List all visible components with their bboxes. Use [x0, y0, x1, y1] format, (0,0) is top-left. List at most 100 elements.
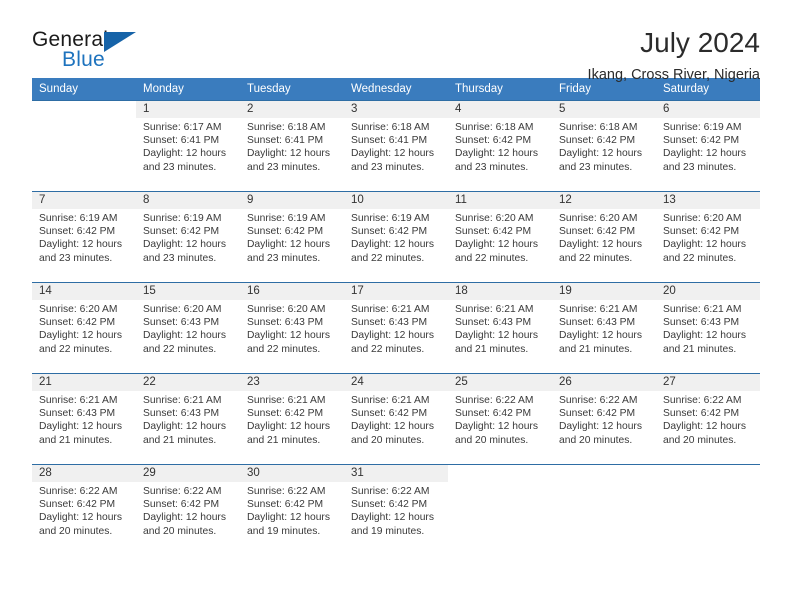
daylight-text-line1: Daylight: 12 hours: [143, 421, 226, 433]
sunrise-text: Sunrise: 6:19 AM: [351, 213, 430, 224]
calendar-day-cell[interactable]: 17 Sunrise: 6:21 AM Sunset: 6:43 PM Dayligh…: [344, 282, 448, 374]
calendar-day-cell[interactable]: 8 Sunrise: 6:19 AM Sunset: 6:42 PM Daylight…: [136, 191, 240, 283]
daylight-text-line2: and 23 minutes.: [143, 161, 217, 173]
calendar-day-cell[interactable]: 13 Sunrise: 6:20 AM Sunset: 6:42 PM Dayligh…: [656, 191, 760, 283]
day-number: 18: [448, 283, 552, 300]
day-details: Sunrise: 6:18 AM Sunset: 6:41 PM Daylight:…: [240, 118, 344, 174]
calendar-day-cell[interactable]: 9 Sunrise: 6:19 AM Sunset: 6:42 PM Daylight…: [240, 191, 344, 283]
sunrise-text: Sunrise: 6:21 AM: [559, 304, 638, 315]
day-number: 23: [240, 374, 344, 391]
day-cell-content: [552, 465, 656, 555]
daylight-text-line2: and 22 minutes.: [455, 252, 529, 264]
calendar-day-cell[interactable]: 31 Sunrise: 6:22 AM Sunset: 6:42 PM Dayligh…: [344, 464, 448, 555]
sunrise-text: Sunrise: 6:22 AM: [455, 395, 534, 406]
day-cell-content: 10 Sunrise: 6:19 AM Sunset: 6:42 PM Dayligh…: [344, 192, 448, 282]
calendar-day-cell[interactable]: 4 Sunrise: 6:18 AM Sunset: 6:42 PM Daylight…: [448, 100, 552, 192]
day-cell-content: 5 Sunrise: 6:18 AM Sunset: 6:42 PM Daylight…: [552, 101, 656, 191]
day-cell-content: 12 Sunrise: 6:20 AM Sunset: 6:42 PM Dayligh…: [552, 192, 656, 282]
calendar-day-cell[interactable]: 24 Sunrise: 6:21 AM Sunset: 6:42 PM Dayligh…: [344, 373, 448, 465]
calendar-day-cell[interactable]: 1 Sunrise: 6:17 AM Sunset: 6:41 PM Daylight…: [136, 100, 240, 192]
calendar-day-cell[interactable]: 23 Sunrise: 6:21 AM Sunset: 6:42 PM Dayligh…: [240, 373, 344, 465]
brand-logo[interactable]: General Blue: [32, 28, 152, 76]
day-cell-content: 16 Sunrise: 6:20 AM Sunset: 6:43 PM Dayligh…: [240, 283, 344, 373]
day-cell-content: 7 Sunrise: 6:19 AM Sunset: 6:42 PM Daylight…: [32, 192, 136, 282]
daylight-text-line2: and 22 minutes.: [663, 252, 737, 264]
day-cell-content: 9 Sunrise: 6:19 AM Sunset: 6:42 PM Daylight…: [240, 192, 344, 282]
day-number: 4: [448, 101, 552, 118]
calendar-day-cell[interactable]: 14 Sunrise: 6:20 AM Sunset: 6:42 PM Dayligh…: [32, 282, 136, 374]
daylight-text-line2: and 22 minutes.: [143, 343, 217, 355]
sunrise-text: Sunrise: 6:21 AM: [247, 395, 326, 406]
daylight-text-line1: Daylight: 12 hours: [351, 421, 434, 433]
calendar-day-cell[interactable]: 30 Sunrise: 6:22 AM Sunset: 6:42 PM Dayligh…: [240, 464, 344, 555]
sunrise-text: Sunrise: 6:18 AM: [351, 122, 430, 133]
sunrise-text: Sunrise: 6:21 AM: [351, 395, 430, 406]
daylight-text-line2: and 20 minutes.: [455, 434, 529, 446]
calendar-day-cell[interactable]: 11 Sunrise: 6:20 AM Sunset: 6:42 PM Dayligh…: [448, 191, 552, 283]
sunset-text: Sunset: 6:43 PM: [143, 408, 220, 420]
calendar-day-cell[interactable]: 18 Sunrise: 6:21 AM Sunset: 6:43 PM Dayligh…: [448, 282, 552, 374]
calendar-day-cell[interactable]: 22 Sunrise: 6:21 AM Sunset: 6:43 PM Dayligh…: [136, 373, 240, 465]
calendar-day-cell[interactable]: 6 Sunrise: 6:19 AM Sunset: 6:42 PM Daylight…: [656, 100, 760, 192]
calendar-day-cell[interactable]: 15 Sunrise: 6:20 AM Sunset: 6:43 PM Dayligh…: [136, 282, 240, 374]
daylight-text-line2: and 22 minutes.: [39, 343, 113, 355]
daylight-text-line2: and 23 minutes.: [39, 252, 113, 264]
weekday-header-sunday: Sunday: [32, 78, 136, 101]
location-subtitle: Ikang, Cross River, Nigeria: [587, 67, 760, 84]
calendar-cell-empty: [552, 464, 656, 555]
daylight-text-line1: Daylight: 12 hours: [351, 330, 434, 342]
daylight-text-line1: Daylight: 12 hours: [143, 148, 226, 160]
daylight-text-line1: Daylight: 12 hours: [663, 239, 746, 251]
day-cell-content: 6 Sunrise: 6:19 AM Sunset: 6:42 PM Daylight…: [656, 101, 760, 191]
calendar-day-cell[interactable]: 29 Sunrise: 6:22 AM Sunset: 6:42 PM Dayligh…: [136, 464, 240, 555]
day-cell-content: [448, 465, 552, 555]
daylight-text-line1: Daylight: 12 hours: [247, 148, 330, 160]
sunrise-text: Sunrise: 6:20 AM: [247, 304, 326, 315]
calendar-day-cell[interactable]: 20 Sunrise: 6:21 AM Sunset: 6:43 PM Dayligh…: [656, 282, 760, 374]
day-details: Sunrise: 6:22 AM Sunset: 6:42 PM Daylight:…: [656, 391, 760, 447]
calendar-day-cell[interactable]: 27 Sunrise: 6:22 AM Sunset: 6:42 PM Dayligh…: [656, 373, 760, 465]
day-number: 5: [552, 101, 656, 118]
day-number: 26: [552, 374, 656, 391]
calendar-day-cell[interactable]: 16 Sunrise: 6:20 AM Sunset: 6:43 PM Dayligh…: [240, 282, 344, 374]
sunrise-text: Sunrise: 6:21 AM: [39, 395, 118, 406]
sunrise-text: Sunrise: 6:21 AM: [143, 395, 222, 406]
calendar-cell-empty: [448, 464, 552, 555]
calendar-day-cell[interactable]: 19 Sunrise: 6:21 AM Sunset: 6:43 PM Dayligh…: [552, 282, 656, 374]
calendar-day-cell[interactable]: 3 Sunrise: 6:18 AM Sunset: 6:41 PM Daylight…: [344, 100, 448, 192]
day-number: 13: [656, 192, 760, 209]
day-number: 30: [240, 465, 344, 482]
sunset-text: Sunset: 6:42 PM: [143, 226, 220, 238]
day-cell-content: 19 Sunrise: 6:21 AM Sunset: 6:43 PM Dayligh…: [552, 283, 656, 373]
sunrise-text: Sunrise: 6:22 AM: [247, 486, 326, 497]
calendar-day-cell[interactable]: 7 Sunrise: 6:19 AM Sunset: 6:42 PM Daylight…: [32, 191, 136, 283]
calendar-day-cell[interactable]: 10 Sunrise: 6:19 AM Sunset: 6:42 PM Dayligh…: [344, 191, 448, 283]
sunrise-text: Sunrise: 6:22 AM: [663, 395, 742, 406]
daylight-text-line2: and 23 minutes.: [663, 161, 737, 173]
daylight-text-line2: and 22 minutes.: [247, 343, 321, 355]
sunset-text: Sunset: 6:42 PM: [559, 135, 636, 147]
calendar-day-cell[interactable]: 5 Sunrise: 6:18 AM Sunset: 6:42 PM Daylight…: [552, 100, 656, 192]
day-details: Sunrise: 6:20 AM Sunset: 6:42 PM Daylight:…: [656, 209, 760, 265]
day-number: 1: [136, 101, 240, 118]
daylight-text-line1: Daylight: 12 hours: [351, 239, 434, 251]
calendar-day-cell[interactable]: 25 Sunrise: 6:22 AM Sunset: 6:42 PM Dayligh…: [448, 373, 552, 465]
sunrise-text: Sunrise: 6:22 AM: [351, 486, 430, 497]
day-number: 21: [32, 374, 136, 391]
daylight-text-line2: and 23 minutes.: [351, 161, 425, 173]
calendar-day-cell[interactable]: 26 Sunrise: 6:22 AM Sunset: 6:42 PM Dayligh…: [552, 373, 656, 465]
calendar-day-cell[interactable]: 21 Sunrise: 6:21 AM Sunset: 6:43 PM Dayligh…: [32, 373, 136, 465]
daylight-text-line1: Daylight: 12 hours: [39, 512, 122, 524]
day-details: Sunrise: 6:21 AM Sunset: 6:43 PM Daylight:…: [344, 300, 448, 356]
sunset-text: Sunset: 6:43 PM: [143, 317, 220, 329]
sunset-text: Sunset: 6:42 PM: [455, 135, 532, 147]
calendar-day-cell[interactable]: 12 Sunrise: 6:20 AM Sunset: 6:42 PM Dayligh…: [552, 191, 656, 283]
day-number: [448, 465, 552, 482]
daylight-text-line1: Daylight: 12 hours: [559, 421, 642, 433]
daylight-text-line1: Daylight: 12 hours: [39, 330, 122, 342]
sunset-text: Sunset: 6:42 PM: [351, 499, 428, 511]
calendar-day-cell[interactable]: 28 Sunrise: 6:22 AM Sunset: 6:42 PM Dayligh…: [32, 464, 136, 555]
sunset-text: Sunset: 6:43 PM: [39, 408, 116, 420]
calendar-day-cell[interactable]: 2 Sunrise: 6:18 AM Sunset: 6:41 PM Daylight…: [240, 100, 344, 192]
sunset-text: Sunset: 6:42 PM: [663, 135, 740, 147]
